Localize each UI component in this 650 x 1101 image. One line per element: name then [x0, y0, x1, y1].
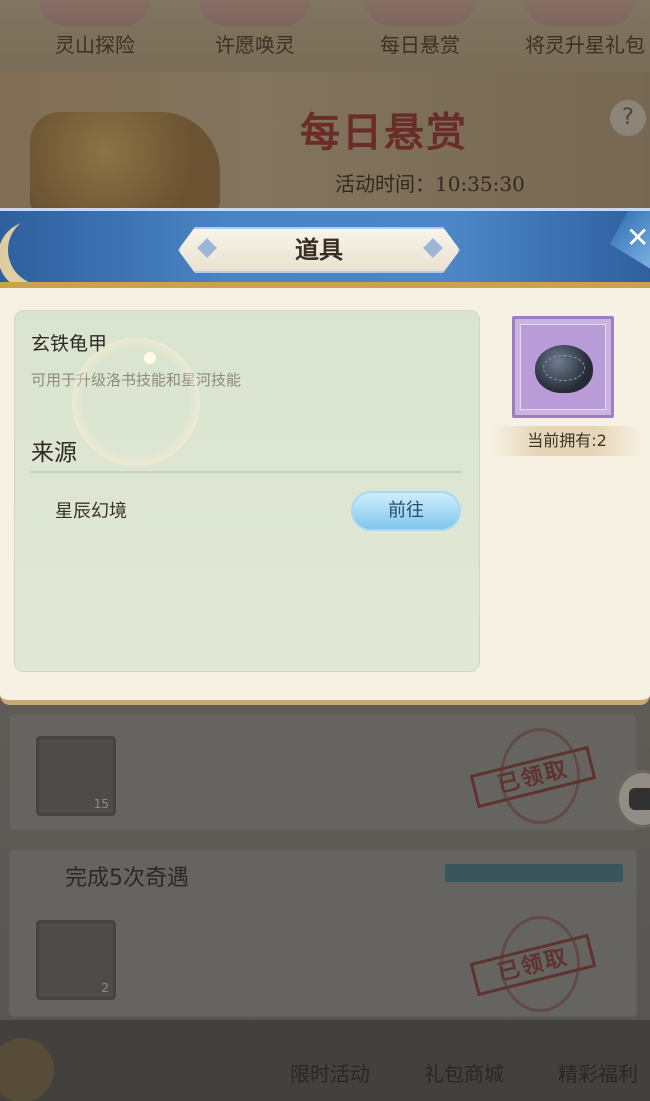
- title-plate: 道具: [178, 227, 460, 273]
- item-dialog: 道具 ✕ 玄铁龟甲 可用于升级洛书技能和星河技能 来源 星辰幻境 前往 当前拥有…: [0, 208, 650, 705]
- item-slot: [512, 316, 614, 418]
- glow-orb-decoration: [72, 338, 200, 466]
- source-name: 星辰幻境: [55, 501, 127, 522]
- moon-decoration: [8, 215, 78, 285]
- item-slot-inner: [520, 324, 606, 410]
- owned-count: 当前拥有:2: [492, 426, 642, 456]
- source-heading: 来源: [31, 440, 77, 466]
- divider: [31, 471, 463, 473]
- dialog-body: 玄铁龟甲 可用于升级洛书技能和星河技能 来源 星辰幻境 前往 当前拥有:2: [0, 288, 650, 705]
- close-icon[interactable]: ✕: [610, 211, 650, 271]
- go-button[interactable]: 前往: [351, 491, 461, 531]
- turtle-shell-icon: [535, 345, 593, 393]
- dialog-title: 道具: [295, 235, 343, 264]
- dialog-header: 道具 ✕: [0, 208, 650, 288]
